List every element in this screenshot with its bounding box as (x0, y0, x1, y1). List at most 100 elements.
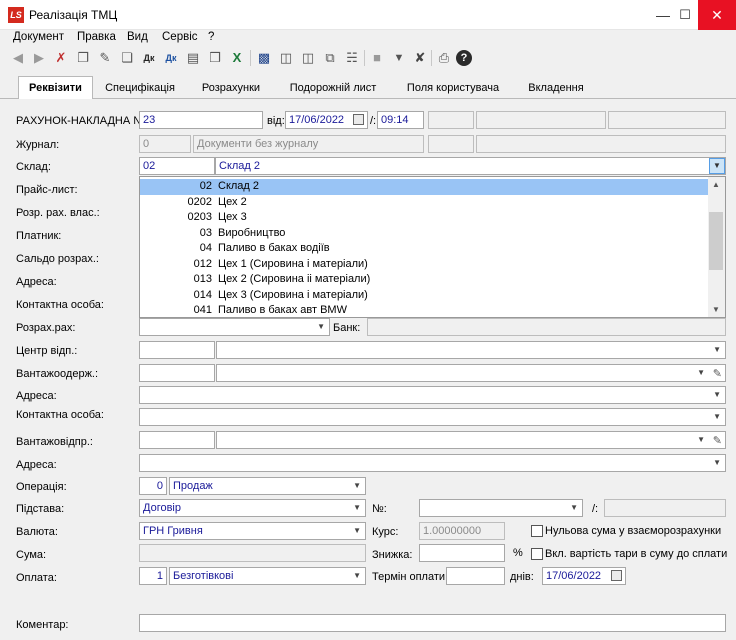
consignee-contact-input[interactable]: ▼ (139, 408, 726, 426)
print-icon[interactable]: ⎙ (436, 50, 452, 66)
filter-icon[interactable]: ▼ (391, 50, 407, 66)
dropdown-item[interactable]: 0202 Цех 2 (140, 195, 709, 211)
chevron-down-icon[interactable]: ▼ (697, 432, 705, 448)
warehouse-code-input[interactable]: 02 (139, 157, 215, 175)
chevron-down-icon[interactable]: ▼ (317, 319, 325, 335)
consignee-address-input[interactable]: ▼ (139, 386, 726, 404)
pay-term-input[interactable] (446, 567, 505, 585)
calendar-icon[interactable] (353, 114, 364, 125)
clear-filter-icon[interactable]: ✘ (412, 50, 428, 66)
warehouse-label: Склад: (16, 161, 51, 173)
menu-help[interactable]: ? (208, 31, 214, 43)
pay-date-input[interactable]: 17/06/2022 (542, 567, 626, 585)
debit-credit-icon[interactable]: Дк (141, 50, 157, 66)
own-account-label: Розр. рах. влас.: (16, 207, 100, 219)
account-input[interactable]: ▼ (139, 318, 330, 336)
delete-icon[interactable]: ✗ (53, 50, 69, 66)
copy-icon[interactable]: ❐ (75, 50, 91, 66)
payment-label: Оплата: (16, 572, 57, 584)
menu-edit[interactable]: Правка (77, 31, 116, 43)
dropdown-item[interactable]: 03 Виробництво (140, 226, 709, 242)
menu-document[interactable]: Документ (13, 31, 64, 43)
date-input[interactable]: 17/06/2022 (285, 111, 368, 129)
debit-credit-alt-icon[interactable]: Дк (163, 50, 179, 66)
next-record-icon[interactable]: ▶ (31, 50, 47, 66)
dropdown-item[interactable]: 013 Цех 2 (Сировина іі матеріали) (140, 272, 709, 288)
dropdown-item[interactable]: 04 Паливо в баках водіїв (140, 241, 709, 257)
shipper-address-input[interactable]: ▼ (139, 454, 726, 472)
excel-icon[interactable]: X (229, 50, 245, 66)
chevron-down-icon[interactable]: ▼ (353, 478, 361, 494)
window-icon[interactable]: ◫ (278, 50, 294, 66)
chevron-down-icon[interactable]: ▼ (713, 342, 721, 358)
chevron-down-icon[interactable]: ▼ (713, 387, 721, 403)
comment-input[interactable] (139, 614, 726, 632)
maximize-icon[interactable]: ☐ (668, 0, 702, 30)
currency-select[interactable]: ГРН Гривня ▼ (139, 522, 366, 540)
edit-icon[interactable]: ✎ (97, 50, 113, 66)
create-icon[interactable]: ❏ (119, 50, 135, 66)
dispatch-center-code-input[interactable] (139, 341, 215, 359)
warehouse-dropdown-icon[interactable]: ▼ (709, 158, 725, 174)
dropdown-item[interactable]: 041 Паливо в баках авт BMW (140, 303, 709, 317)
discount-label: Знижка: (372, 549, 413, 561)
tab-settlements[interactable]: Розрахунки (195, 79, 267, 99)
warehouse-name-input[interactable]: Склад 2 ▼ (215, 157, 726, 175)
payment-code-input[interactable]: 1 (139, 567, 167, 585)
tab-specification[interactable]: Специфікація (100, 79, 180, 99)
chevron-down-icon[interactable]: ▼ (353, 500, 361, 516)
operation-select[interactable]: Продаж ▼ (169, 477, 366, 495)
grid-icon[interactable]: ■ (369, 50, 385, 66)
save-icon[interactable]: ▩ (256, 50, 272, 66)
scroll-up-icon[interactable]: ▲ (712, 180, 720, 189)
days-label: днів: (510, 571, 534, 583)
chevron-down-icon[interactable]: ▼ (353, 523, 361, 539)
dropdown-item[interactable]: 02 Склад 2 (140, 179, 709, 195)
extra-field-1 (428, 111, 474, 129)
prev-record-icon[interactable]: ◀ (10, 50, 26, 66)
tab-waybill[interactable]: Подорожній лист (283, 79, 383, 99)
chevron-down-icon[interactable]: ▼ (713, 455, 721, 471)
consignee-name-input[interactable]: ▼ ✎ (216, 364, 726, 382)
link-icon[interactable]: ⧉ (322, 50, 338, 66)
tab-attachments[interactable]: Вкладення (520, 79, 592, 99)
time-input[interactable]: 09:14 (377, 111, 424, 129)
basis-select[interactable]: Договір ▼ (139, 499, 366, 517)
window-title: Реалізація ТМЦ (29, 8, 118, 22)
menu-service[interactable]: Сервіс (162, 31, 198, 43)
tare-checkbox[interactable] (531, 548, 543, 560)
document-icon[interactable]: ▤ (185, 50, 201, 66)
shipper-code-input[interactable] (139, 431, 215, 449)
tab-requisites[interactable]: Реквізити (18, 76, 93, 99)
bank-input (367, 318, 726, 336)
chevron-down-icon[interactable]: ▼ (570, 500, 578, 516)
chevron-down-icon[interactable]: ▼ (713, 409, 721, 425)
dropdown-item[interactable]: 0203 Цех 3 (140, 210, 709, 226)
chevron-down-icon[interactable]: ▼ (353, 568, 361, 584)
dropdown-item[interactable]: 012 Цех 1 (Сировина і матеріали) (140, 257, 709, 273)
pencil-icon[interactable]: ✎ (713, 433, 722, 448)
pencil-icon[interactable]: ✎ (713, 366, 722, 381)
invoice-number-input[interactable]: 23 (139, 111, 263, 129)
menu-view[interactable]: Вид (127, 31, 148, 43)
dropdown-item[interactable]: 014 Цех 3 (Сировина і матеріали) (140, 288, 709, 304)
number-select[interactable]: ▼ (419, 499, 583, 517)
tree-icon[interactable]: ☵ (344, 50, 360, 66)
journal-name-input: Документи без журналу (193, 135, 424, 153)
scrollbar-thumb[interactable] (709, 212, 723, 270)
dispatch-center-name-input[interactable]: ▼ (216, 341, 726, 359)
payment-select[interactable]: Безготівкові ▼ (169, 567, 366, 585)
tab-user-fields[interactable]: Поля користувача (397, 79, 509, 99)
panels-icon[interactable]: ◫ (300, 50, 316, 66)
consignee-code-input[interactable] (139, 364, 215, 382)
help-icon[interactable]: ? (456, 50, 472, 66)
scroll-down-icon[interactable]: ▼ (712, 305, 720, 314)
discount-input[interactable] (419, 544, 505, 562)
attach-icon[interactable]: ❒ (207, 50, 223, 66)
operation-code-input[interactable]: 0 (139, 477, 167, 495)
close-icon[interactable]: ✕ (698, 0, 736, 30)
zero-sum-checkbox[interactable] (531, 525, 543, 537)
calendar-icon[interactable] (611, 570, 622, 581)
chevron-down-icon[interactable]: ▼ (697, 365, 705, 381)
shipper-name-input[interactable]: ▼ ✎ (216, 431, 726, 449)
